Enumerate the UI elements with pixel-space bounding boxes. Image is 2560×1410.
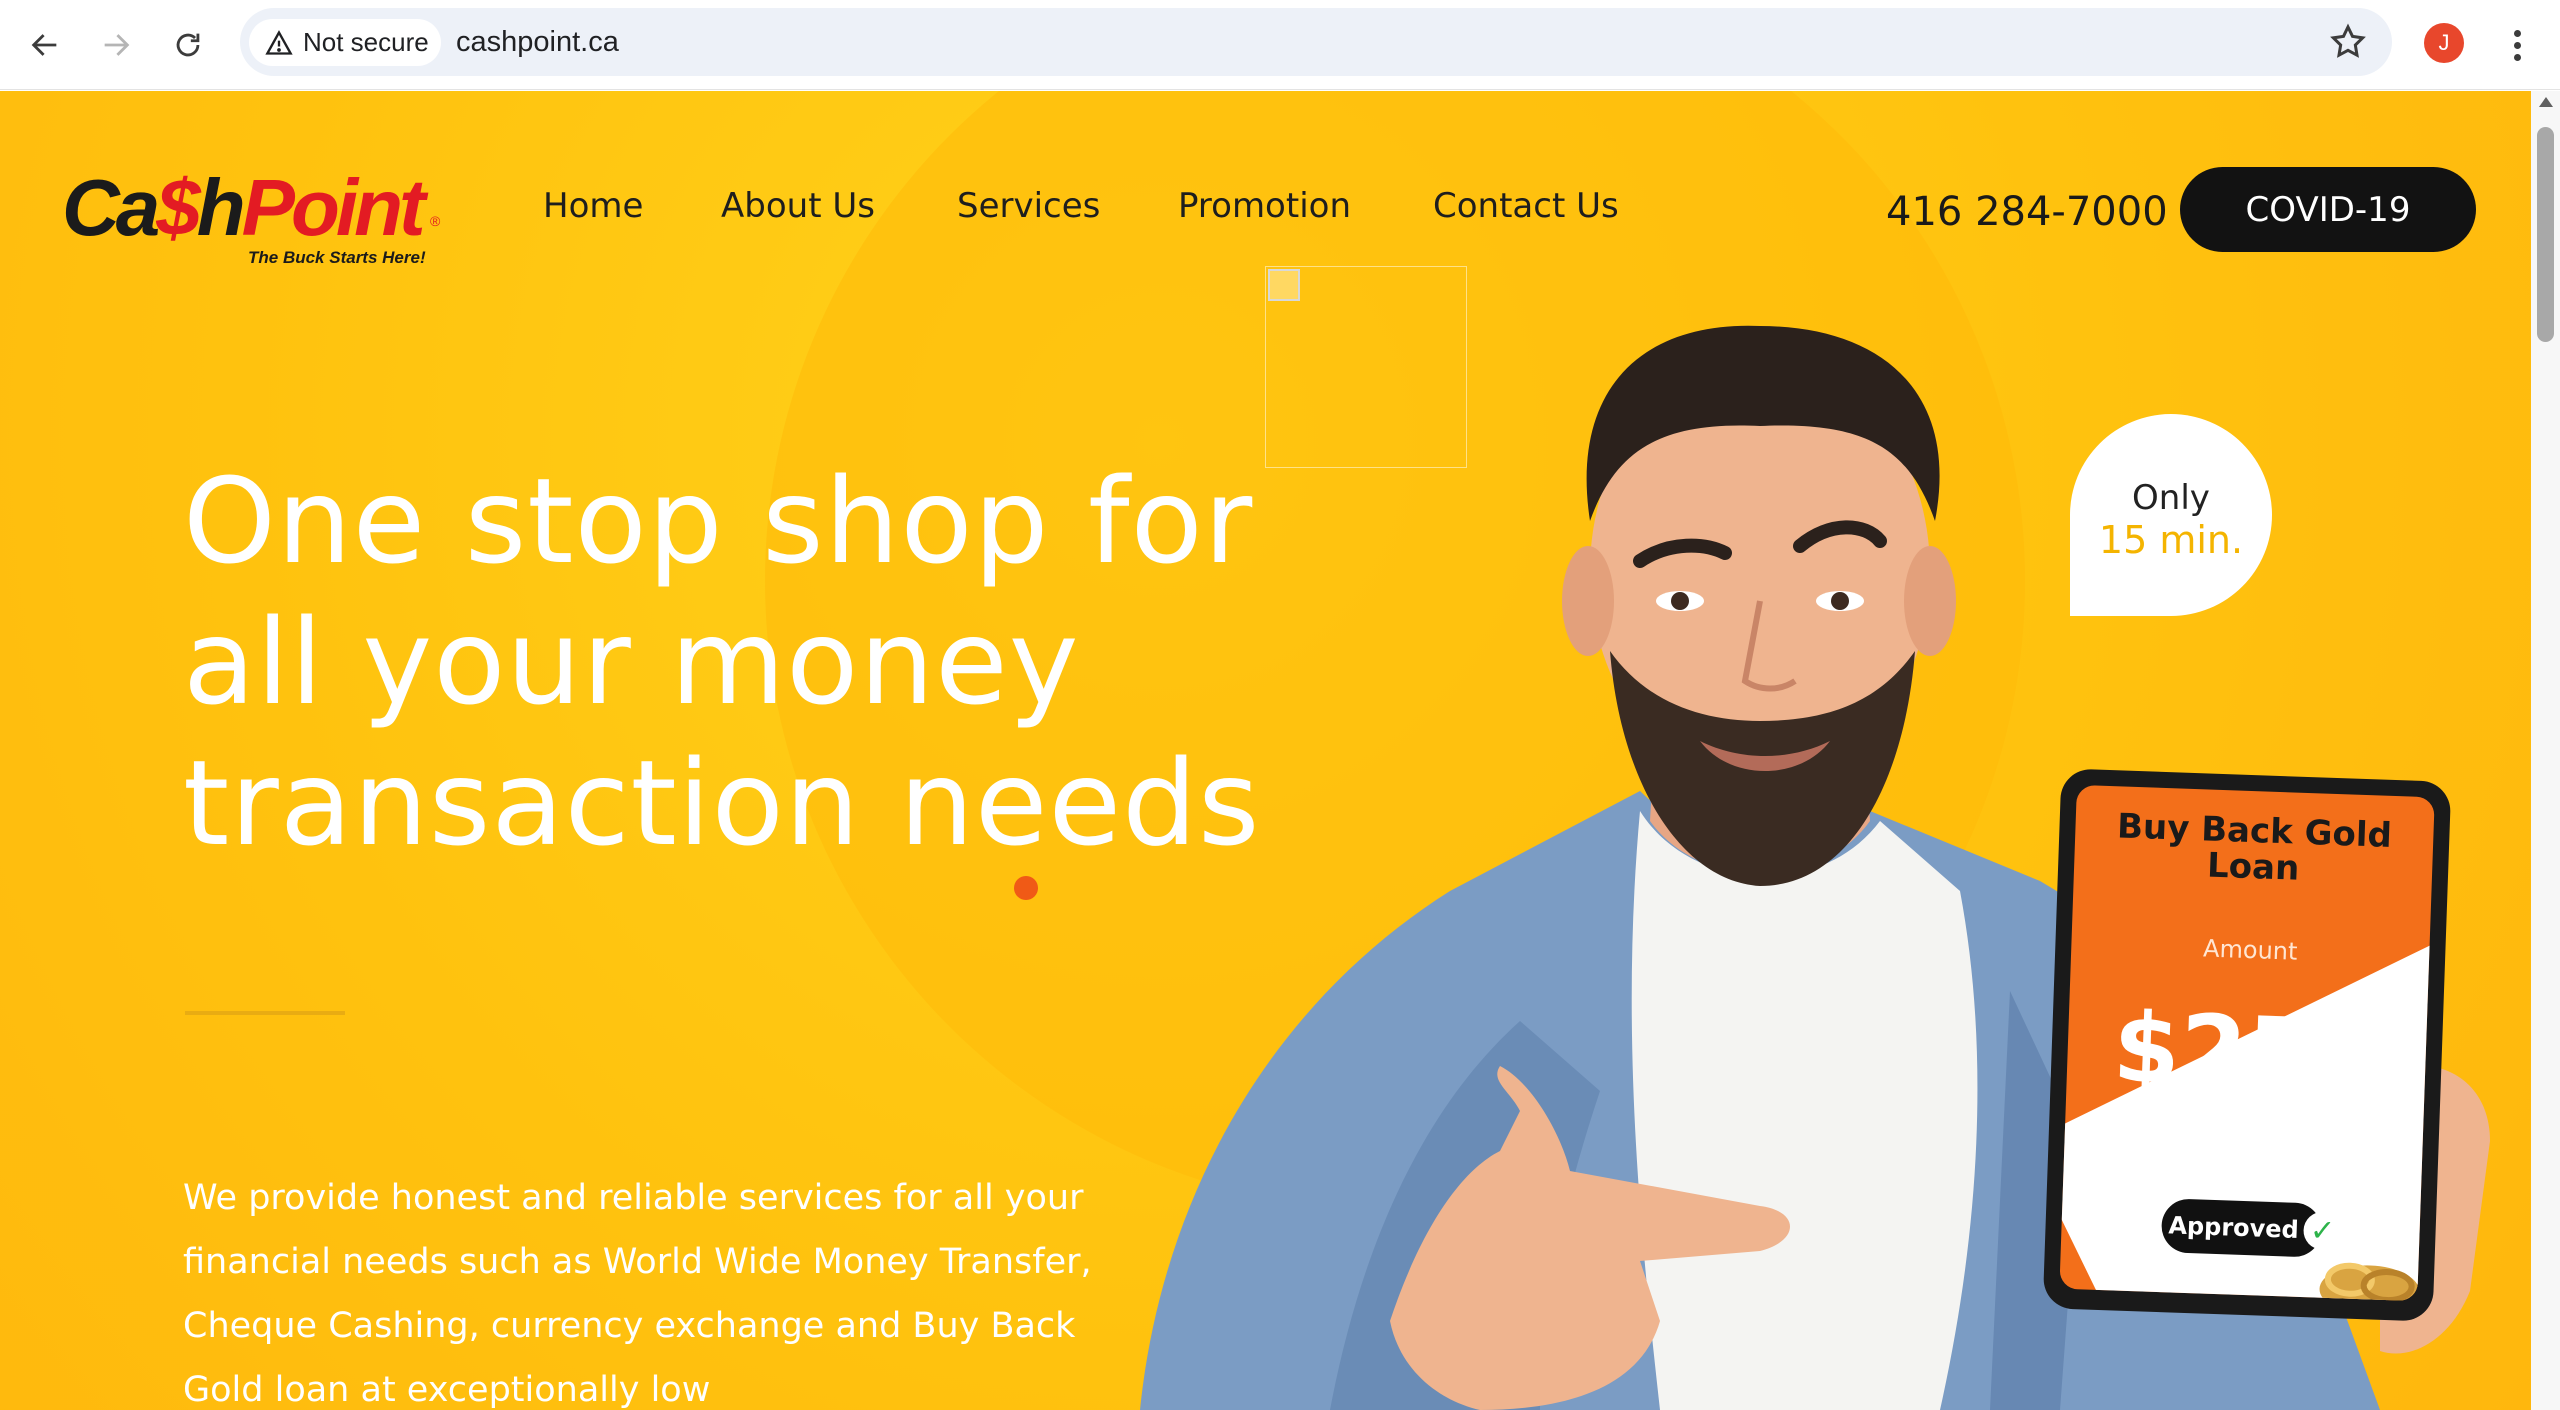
promo-tablet: Buy Back Gold Loan Amount $250 Approved …	[2042, 768, 2452, 1322]
back-button[interactable]	[19, 19, 71, 71]
reload-button[interactable]	[162, 19, 214, 71]
amount-label: Amount	[2202, 934, 2298, 966]
hero-heading-line: transaction needs	[183, 734, 1261, 872]
menu-dot	[2513, 41, 2521, 49]
hero-heading-line: all your money	[183, 593, 1080, 731]
menu-dot	[2513, 53, 2521, 61]
address-bar[interactable]: Not secure cashpoint.ca	[240, 8, 2392, 76]
hero-heading-line: One stop shop for	[183, 452, 1254, 590]
security-chip[interactable]: Not secure	[249, 19, 441, 66]
scrollbar-thumb[interactable]	[2537, 127, 2554, 342]
orange-dot-decoration	[1014, 876, 1038, 900]
hero-description: We provide honest and reliable services …	[183, 1178, 1092, 1410]
hero-heading: One stop shop for all your money transac…	[183, 451, 1433, 874]
browser-toolbar: Not secure cashpoint.ca J	[0, 0, 2560, 90]
security-chip-label: Not secure	[303, 27, 429, 57]
warning-icon	[265, 29, 293, 55]
browser-menu-button[interactable]	[2500, 22, 2534, 68]
scroll-up-arrow-icon[interactable]	[2539, 97, 2553, 107]
gold-jewelry-icon	[2319, 1262, 2420, 1302]
arrow-right-icon	[104, 34, 130, 56]
amount-value: $250	[2111, 991, 2383, 1113]
hero-divider	[185, 1011, 345, 1015]
arrow-left-icon	[31, 34, 57, 56]
page-scrollbar[interactable]	[2531, 91, 2560, 1410]
tablet-title: Buy Back Gold Loan	[2116, 806, 2393, 889]
tablet-screen: Buy Back Gold Loan Amount $250 Approved …	[2059, 784, 2435, 1302]
url-text[interactable]: cashpoint.ca	[456, 8, 619, 76]
reload-icon	[176, 33, 200, 57]
badge-line-1: Only	[2132, 478, 2210, 518]
profile-avatar[interactable]: J	[2424, 23, 2464, 63]
forward-button[interactable]	[90, 19, 142, 71]
bookmark-star-icon[interactable]	[2328, 22, 2368, 62]
fifteen-minute-badge: Only 15 min.	[2070, 414, 2272, 616]
menu-dot	[2513, 29, 2521, 37]
approved-badge: Approved	[2160, 1198, 2323, 1258]
badge-line-2: 15 min.	[2098, 518, 2244, 562]
web-page: Ca$hPoint ® The Buck Starts Here! Home A…	[0, 91, 2531, 1410]
